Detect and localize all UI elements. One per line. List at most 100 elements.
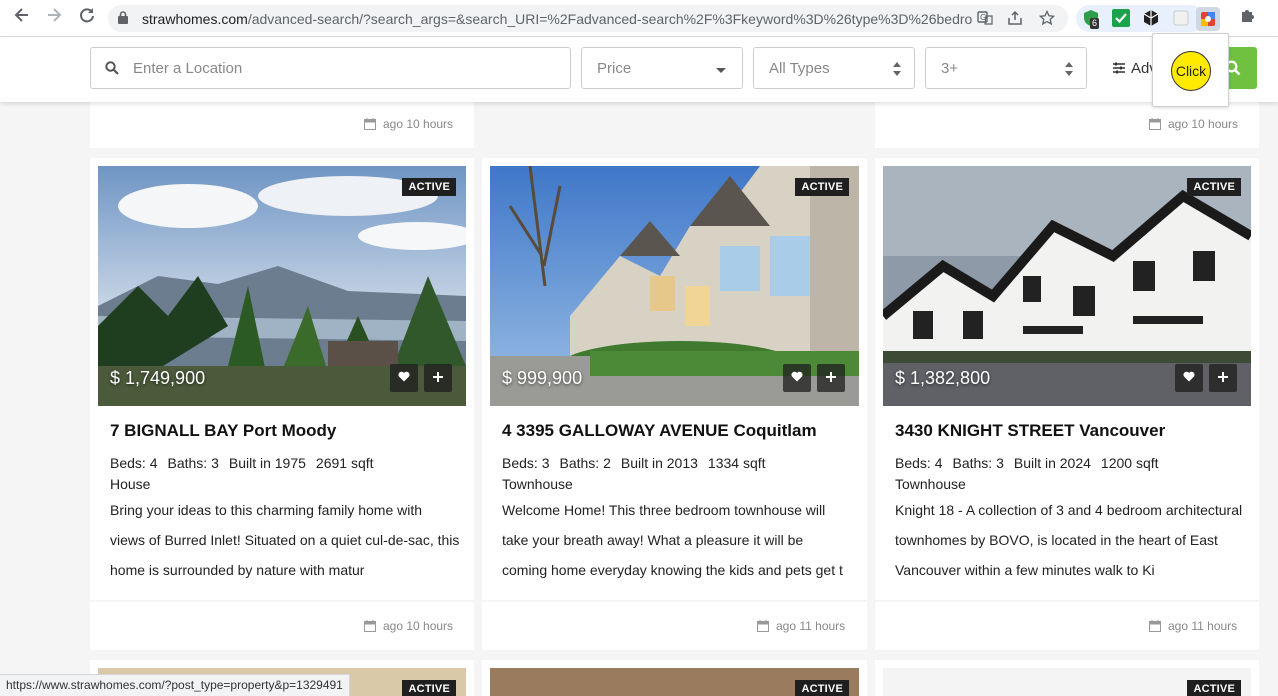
- status-badge: ACTIVE: [1187, 680, 1241, 696]
- status-badge: ACTIVE: [402, 680, 456, 696]
- blank-extension-icon[interactable]: [1172, 9, 1190, 27]
- heart-icon: [1183, 371, 1195, 382]
- color-picker-extension-icon[interactable]: [1196, 7, 1220, 31]
- bookmark-star-icon[interactable]: [1038, 9, 1056, 28]
- extension-badge: 6: [1090, 18, 1100, 29]
- listing-date-text: ago 11 hours: [1168, 619, 1238, 633]
- property-type: House: [110, 476, 151, 492]
- share-icon[interactable]: [1006, 10, 1024, 28]
- square-footage: 1334 sqft: [707, 455, 766, 471]
- shield-extension-icon[interactable]: 6: [1082, 9, 1100, 29]
- sort-arrows-icon: [893, 62, 901, 76]
- puzzle-extensions-icon[interactable]: [1236, 6, 1260, 30]
- location-input[interactable]: [131, 56, 551, 80]
- listing-card[interactable]: ACTIVE: [482, 660, 867, 696]
- year-built: Built in 2024: [1013, 455, 1091, 471]
- favorite-button[interactable]: [783, 364, 811, 392]
- listing-card[interactable]: ACTIVE $ 1,749,900 7 BIGNALL BAY Port Mo…: [90, 158, 474, 600]
- favorite-button[interactable]: [390, 364, 418, 392]
- listing-specs: Beds: 3 Baths: 2 Built in 2013 1334 sqft: [502, 455, 776, 471]
- beds-select[interactable]: 3+: [925, 47, 1087, 89]
- status-badge: ACTIVE: [795, 680, 849, 696]
- type-select[interactable]: All Types: [753, 47, 915, 89]
- plus-icon: [826, 372, 836, 382]
- listing-photo[interactable]: ACTIVE $ 1,749,900: [98, 166, 466, 406]
- listing-date: ago 11 hours: [1149, 619, 1237, 633]
- compare-button[interactable]: [1209, 364, 1237, 392]
- browser-status-url: https://www.strawhomes.com/?post_type=pr…: [0, 674, 350, 696]
- listing-date: ago 10 hours: [364, 619, 453, 633]
- location-field[interactable]: [90, 47, 571, 89]
- listing-date-text: ago 10 hours: [383, 117, 454, 131]
- listing-card-footer: ago 11 hours: [875, 602, 1259, 650]
- beds-count: Beds: 3: [502, 455, 550, 471]
- listing-card[interactable]: ACTIVE $ 999,900 4 3395 GALLOWAY AVENUE …: [482, 158, 867, 600]
- browser-toolbar: strawhomes.com/advanced-search/?search_a…: [0, 0, 1278, 37]
- click-indicator: Click: [1171, 51, 1211, 91]
- translate-icon[interactable]: G: [976, 10, 994, 28]
- sliders-icon: [1113, 62, 1125, 74]
- baths-count: Baths: 3: [167, 455, 219, 471]
- status-badge: ACTIVE: [795, 178, 849, 196]
- listing-card-footer: ago 10 hours: [90, 102, 474, 148]
- search-icon: [105, 61, 119, 75]
- calendar-icon: [364, 620, 376, 632]
- listing-date-text: ago 11 hours: [776, 619, 846, 633]
- lock-icon: [118, 11, 128, 24]
- status-badge: ACTIVE: [402, 178, 456, 196]
- listing-photo[interactable]: ACTIVE $ 1,382,800: [883, 166, 1251, 406]
- listing-title[interactable]: 7 BIGNALL BAY Port Moody: [110, 421, 336, 441]
- advanced-search-button[interactable]: Adv: [1108, 47, 1158, 89]
- listing-description: Welcome Home! This three bedroom townhou…: [502, 502, 843, 578]
- plus-icon: [1218, 372, 1228, 382]
- listing-date: ago 11 hours: [757, 619, 845, 633]
- extensions-group: 6: [1076, 5, 1220, 32]
- beds-count: Beds: 4: [895, 455, 943, 471]
- calendar-icon: [1149, 118, 1161, 130]
- sort-arrows-icon: [1065, 62, 1073, 76]
- back-arrow-icon[interactable]: [10, 6, 34, 30]
- heart-icon: [398, 371, 410, 382]
- checkmark-extension-icon[interactable]: [1112, 9, 1130, 27]
- square-footage: 1200 sqft: [1100, 455, 1159, 471]
- property-type: Townhouse: [502, 476, 573, 492]
- listing-date: ago 10 hours: [1149, 117, 1238, 131]
- chevron-down-icon: [716, 68, 726, 73]
- compare-button[interactable]: [424, 364, 452, 392]
- listing-card-footer: ago 10 hours: [90, 602, 474, 650]
- listing-date-text: ago 10 hours: [383, 619, 454, 633]
- listing-card-footer: ago 10 hours: [875, 102, 1259, 148]
- listing-date: ago 10 hours: [364, 117, 453, 131]
- listing-specs: Beds: 4 Baths: 3 Built in 1975 2691 sqft: [110, 455, 384, 471]
- calendar-icon: [1149, 620, 1161, 632]
- year-built: Built in 1975: [228, 455, 306, 471]
- property-type: Townhouse: [895, 476, 966, 492]
- listing-price: $ 1,749,900: [110, 368, 206, 388]
- address-bar[interactable]: strawhomes.com/advanced-search/?search_a…: [108, 5, 1068, 32]
- search-bar: Price All Types 3+ Adv: [0, 37, 1278, 102]
- listing-card[interactable]: ACTIVE: [875, 660, 1259, 696]
- baths-count: Baths: 2: [559, 455, 611, 471]
- beds-count: Beds: 4: [110, 455, 158, 471]
- listing-specs: Beds: 4 Baths: 3 Built in 2024 1200 sqft: [895, 455, 1169, 471]
- price-select-label: Price: [597, 60, 632, 77]
- listing-description: Bring your ideas to this charming family…: [110, 502, 460, 578]
- baths-count: Baths: 3: [952, 455, 1004, 471]
- type-select-label: All Types: [769, 60, 830, 77]
- plus-icon: [433, 372, 443, 382]
- listing-price: $ 1,382,800: [895, 368, 991, 388]
- listing-title[interactable]: 4 3395 GALLOWAY AVENUE Coquitlam: [502, 421, 817, 441]
- year-built: Built in 2013: [620, 455, 698, 471]
- listing-photo[interactable]: ACTIVE $ 999,900: [490, 166, 859, 406]
- price-select[interactable]: Price: [581, 47, 743, 89]
- listing-card[interactable]: ACTIVE $ 1,382,800 3430 KNIGHT STREET Va…: [875, 158, 1259, 600]
- forward-arrow-icon[interactable]: [42, 6, 66, 30]
- favorite-button[interactable]: [1175, 364, 1203, 392]
- compare-button[interactable]: [817, 364, 845, 392]
- listing-card-footer: ago 11 hours: [482, 602, 867, 650]
- square-footage: 2691 sqft: [315, 455, 374, 471]
- listing-title[interactable]: 3430 KNIGHT STREET Vancouver: [895, 421, 1165, 441]
- reload-icon[interactable]: [75, 6, 99, 30]
- cube-extension-icon[interactable]: [1142, 9, 1160, 27]
- calendar-icon: [757, 620, 769, 632]
